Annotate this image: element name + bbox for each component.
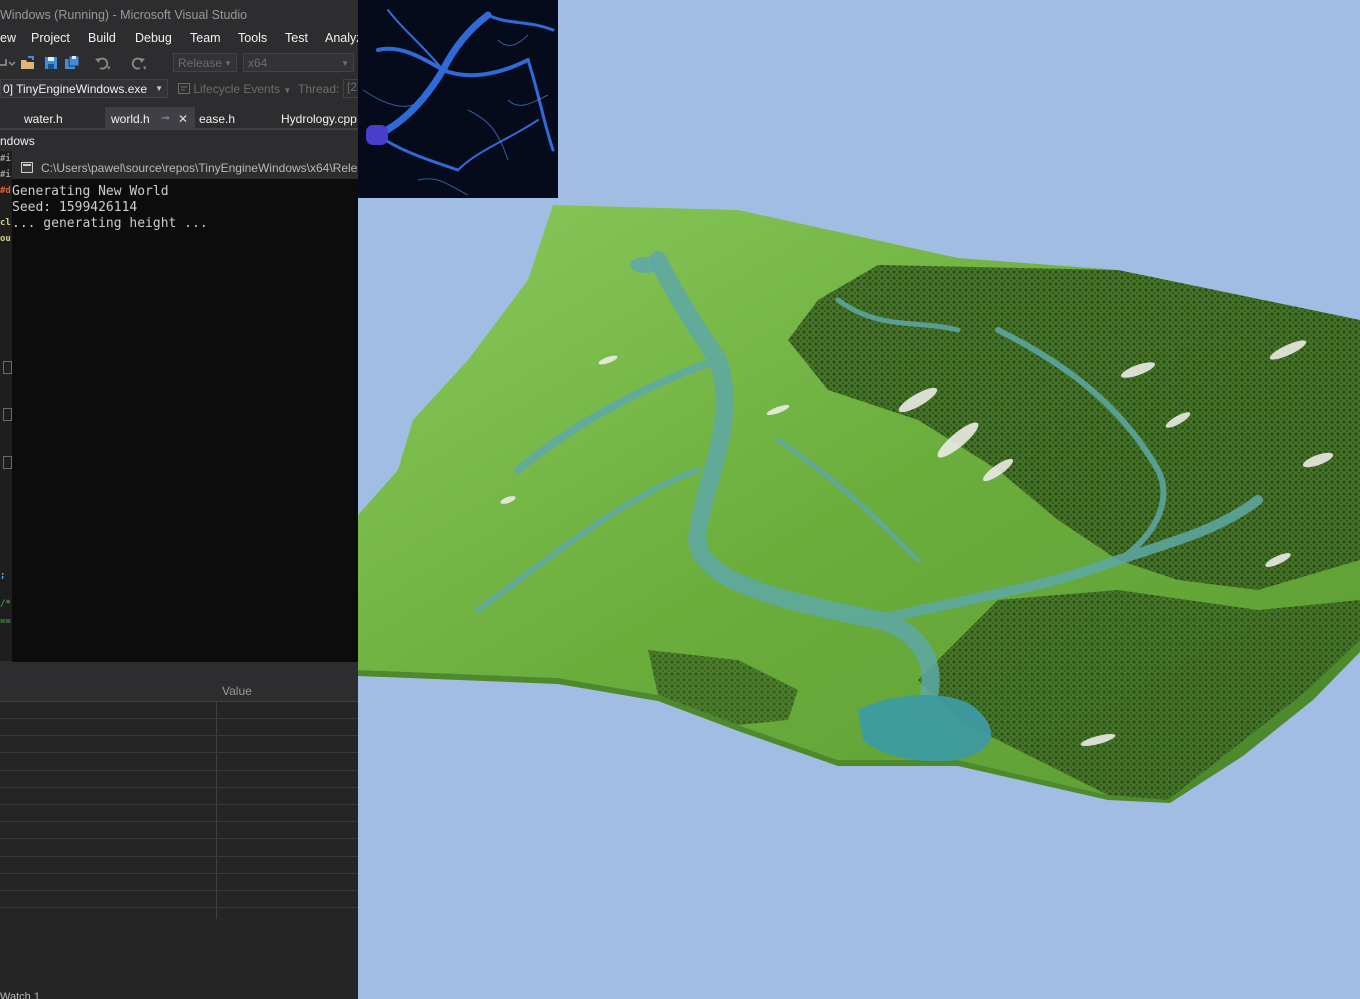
console-window-icon xyxy=(21,162,33,173)
watch-row[interactable] xyxy=(0,735,358,736)
new-project-icon[interactable] xyxy=(0,55,16,71)
watch-row[interactable] xyxy=(0,718,358,719)
code-line: #d xyxy=(0,186,11,196)
lifecycle-events-icon xyxy=(178,83,190,94)
document-tabs: water.h world.h ⊸ ✕ ease.h Hydrology.cpp xyxy=(0,107,358,128)
standard-toolbar: ▾ ▾ Release ▼ x64 ▼ xyxy=(0,51,358,75)
menu-team[interactable]: Team xyxy=(190,31,221,45)
menu-build[interactable]: Build xyxy=(88,31,116,45)
svg-text:▾: ▾ xyxy=(107,64,110,71)
console-line: ... generating height ... xyxy=(12,216,208,231)
code-line: cl xyxy=(0,218,11,228)
code-line: #i xyxy=(0,170,11,180)
tab-label: world.h xyxy=(111,112,150,126)
lifecycle-events-dropdown[interactable]: Lifecycle Events ▼ xyxy=(178,82,291,96)
console-line: Generating New World xyxy=(12,184,169,199)
chevron-down-icon: ▼ xyxy=(341,59,349,68)
watch-row[interactable] xyxy=(0,804,358,805)
console-window[interactable]: C:\Users\pawel\source\repos\TinyEngineWi… xyxy=(12,157,358,662)
menu-debug[interactable]: Debug xyxy=(135,31,172,45)
tab-label: Hydrology.cpp xyxy=(281,112,357,126)
hydrology-minimap xyxy=(358,0,558,198)
thread-dropdown[interactable]: [2 xyxy=(343,79,358,98)
code-line: == xyxy=(0,617,11,627)
menu-project[interactable]: Project xyxy=(31,31,70,45)
code-line: /* xyxy=(0,599,11,609)
console-path: C:\Users\pawel\source\repos\TinyEngineWi… xyxy=(41,161,358,175)
undo-icon[interactable]: ▾ xyxy=(94,55,110,71)
watch-row[interactable] xyxy=(0,856,358,857)
collapse-box[interactable] xyxy=(3,361,12,374)
erosion-map xyxy=(362,9,555,196)
thread-label: Thread: xyxy=(298,82,340,96)
watch-row[interactable] xyxy=(0,770,358,771)
menu-bar: ew Project Build Debug Team Tools Test A… xyxy=(0,28,358,50)
pond xyxy=(630,257,662,273)
tab-hydrology-cpp[interactable]: Hydrology.cpp xyxy=(274,107,358,128)
tool-window-header: ndows xyxy=(0,131,358,151)
tool-window-title: ndows xyxy=(0,134,35,148)
tab-watch-1[interactable]: Watch 1 xyxy=(0,991,40,999)
watch-column-header: Value xyxy=(0,680,358,702)
tab-strip-border xyxy=(0,128,358,130)
console-title-bar: C:\Users\pawel\source\repos\TinyEngineWi… xyxy=(12,157,358,179)
chevron-down-icon: ▼ xyxy=(224,59,232,68)
console-output: Generating New World Seed: 1599426114... … xyxy=(12,184,208,232)
collapse-box[interactable] xyxy=(3,456,12,469)
code-line: ; xyxy=(0,571,6,581)
redo-icon[interactable]: ▾ xyxy=(130,55,146,71)
tab-water-h[interactable]: water.h xyxy=(16,107,88,128)
configuration-dropdown[interactable]: Release ▼ xyxy=(173,53,237,72)
process-dropdown[interactable]: 0] TinyEngineWindows.exe ▼ xyxy=(0,79,168,98)
lifecycle-label: Lifecycle Events xyxy=(193,82,281,96)
debug-location-toolbar: 0] TinyEngineWindows.exe ▼ Lifecycle Eve… xyxy=(0,77,358,101)
tab-label: ease.h xyxy=(199,112,236,126)
save-icon[interactable] xyxy=(43,55,59,71)
open-folder-icon[interactable] xyxy=(20,55,36,71)
tab-ease-h[interactable]: ease.h xyxy=(192,107,268,128)
svg-text:▾: ▾ xyxy=(143,64,146,71)
chevron-down-icon: ▼ xyxy=(155,84,163,93)
watch-row[interactable] xyxy=(0,907,358,908)
collapse-box[interactable] xyxy=(3,408,12,421)
minor-channels xyxy=(362,34,549,196)
watch-row[interactable] xyxy=(0,787,358,788)
visual-studio-window: Windows (Running) - Microsoft Visual Stu… xyxy=(0,0,358,999)
chevron-down-icon: ▼ xyxy=(283,86,292,95)
flow-channels xyxy=(374,9,555,172)
menu-tools[interactable]: Tools xyxy=(238,31,267,45)
watch-row[interactable] xyxy=(0,890,358,891)
thread-value: [2 xyxy=(347,80,358,94)
menu-analyze[interactable]: Analyz xyxy=(325,31,358,45)
platform-value: x64 xyxy=(248,56,268,70)
tab-world-h[interactable]: world.h ⊸ ✕ xyxy=(105,107,195,128)
watch-row[interactable] xyxy=(0,838,358,839)
code-editor-fragment: #i #i #d cl ou ; /* == xyxy=(0,151,12,661)
window-title: Windows (Running) - Microsoft Visual Stu… xyxy=(0,0,358,30)
save-all-icon[interactable] xyxy=(64,55,80,71)
value-column-header[interactable]: Value xyxy=(222,684,252,698)
code-line: ou xyxy=(0,234,11,244)
console-line: Seed: 1599426114 xyxy=(12,200,138,215)
watch-row[interactable] xyxy=(0,752,358,753)
process-value: 0] TinyEngineWindows.exe xyxy=(3,82,148,96)
terrain-mesh xyxy=(358,205,1360,803)
configuration-value: Release xyxy=(178,56,223,70)
menu-view[interactable]: ew xyxy=(0,31,16,45)
tab-label: water.h xyxy=(24,112,63,126)
menu-test[interactable]: Test xyxy=(285,31,308,45)
watch-row[interactable] xyxy=(0,873,358,874)
drainage-basin xyxy=(366,125,388,145)
watch-row[interactable] xyxy=(0,821,358,822)
code-line: #i xyxy=(0,154,11,164)
platform-dropdown[interactable]: x64 ▼ xyxy=(243,53,354,72)
watch-window: Value Watch 1 xyxy=(0,680,358,999)
